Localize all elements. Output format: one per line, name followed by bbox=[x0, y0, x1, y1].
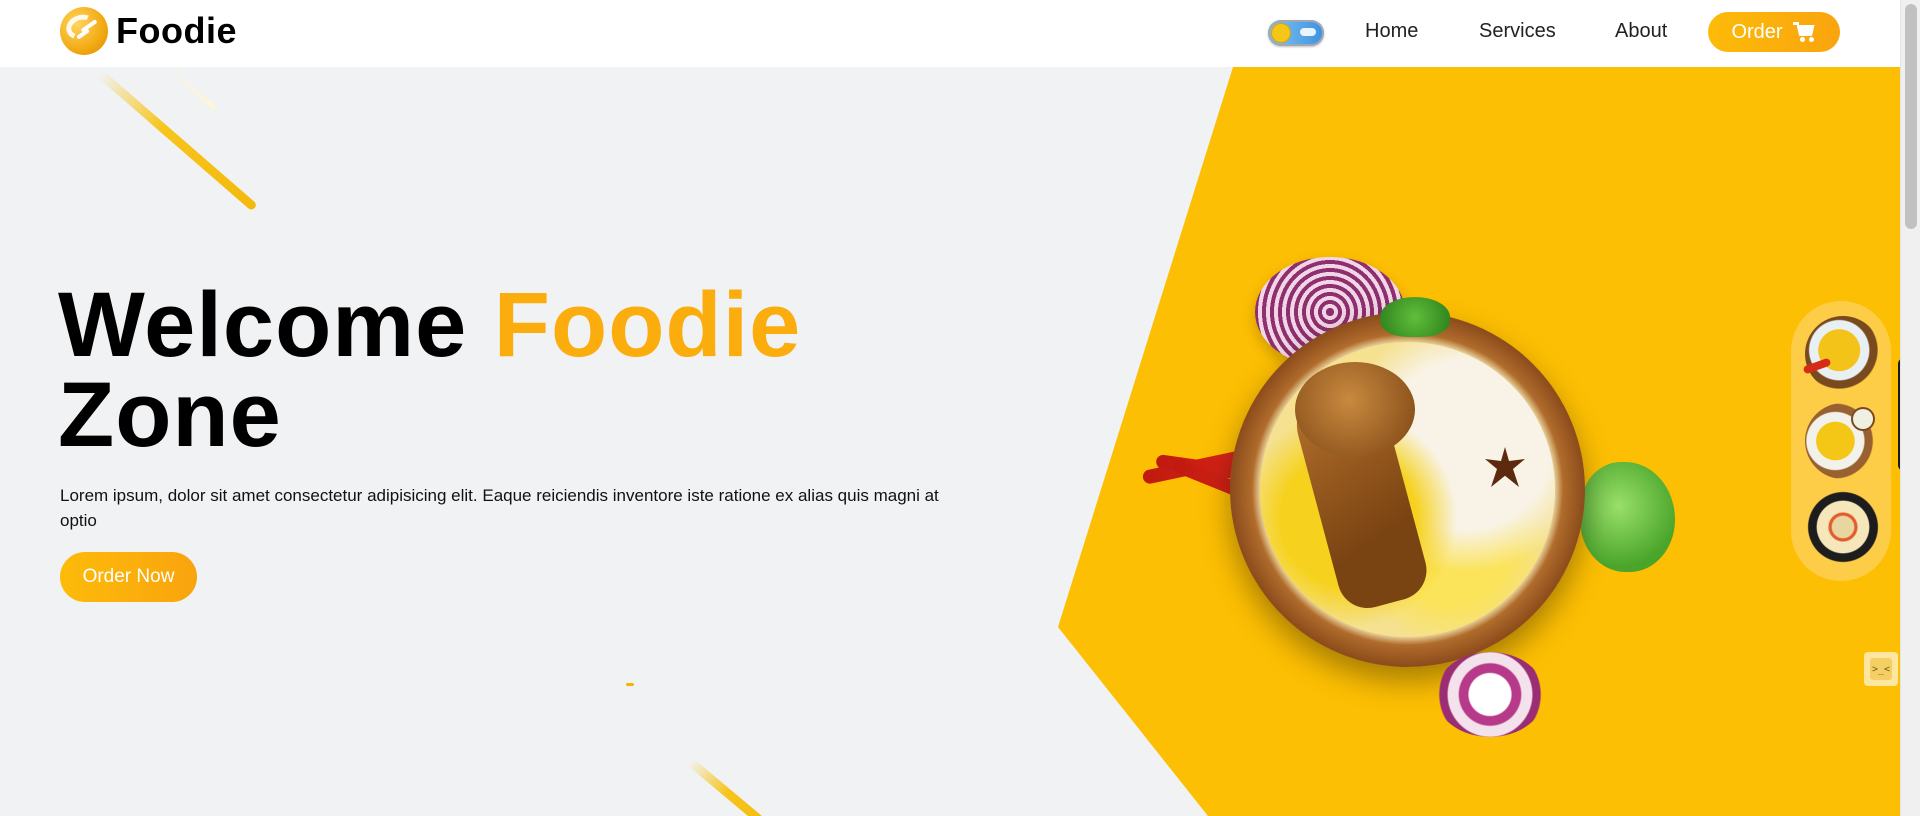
hero-title-accent: Foodie bbox=[493, 274, 802, 376]
page-scrollbar[interactable] bbox=[1900, 0, 1920, 816]
onion-ring bbox=[1435, 652, 1545, 737]
mint-garnish bbox=[1380, 297, 1450, 337]
decorative-streak bbox=[97, 70, 258, 212]
chicken-thigh bbox=[1295, 362, 1415, 457]
order-button[interactable]: Order bbox=[1708, 12, 1840, 52]
decorative-streak bbox=[687, 758, 785, 816]
biryani-dish-image bbox=[1125, 257, 1685, 737]
nav-link-services[interactable]: Services bbox=[1479, 20, 1556, 43]
scrollbar-thumb[interactable] bbox=[1905, 4, 1917, 229]
order-button-label: Order bbox=[1731, 20, 1783, 43]
biryani-bowl-thumbnail[interactable] bbox=[1805, 403, 1881, 479]
hero-title-zone: Zone bbox=[58, 364, 282, 466]
hero-title: Welcome Foodie Zone bbox=[58, 279, 801, 461]
decorative-speck bbox=[626, 683, 634, 686]
theme-toggle[interactable] bbox=[1268, 20, 1324, 46]
dish-thumbnail-strip bbox=[1791, 301, 1891, 581]
biryani-plate-thumbnail[interactable] bbox=[1805, 316, 1881, 392]
hero-section: Welcome Foodie Zone Lorem ipsum, dolor s… bbox=[0, 67, 1900, 816]
floating-helper-button[interactable]: >_< bbox=[1864, 652, 1898, 686]
brand[interactable]: Foodie bbox=[60, 7, 237, 55]
nav-link-about[interactable]: About bbox=[1615, 20, 1667, 43]
foodie-logo-icon bbox=[60, 7, 108, 55]
order-now-button[interactable]: Order Now bbox=[60, 552, 197, 602]
sun-icon bbox=[1272, 24, 1290, 42]
lettuce-leaf bbox=[1580, 462, 1675, 572]
mixed-rice-thumbnail[interactable] bbox=[1805, 489, 1881, 565]
decorative-streak bbox=[168, 67, 217, 111]
hero-description: Lorem ipsum, dolor sit amet consectetur … bbox=[60, 486, 939, 530]
hero-title-welcome: Welcome bbox=[58, 274, 494, 376]
brand-name: Foodie bbox=[116, 10, 237, 51]
nav-link-home[interactable]: Home bbox=[1365, 20, 1418, 43]
cloud-icon bbox=[1300, 28, 1316, 36]
helper-face-icon: >_< bbox=[1870, 658, 1892, 680]
navbar: Foodie Home Services About Order bbox=[0, 0, 1900, 67]
cart-icon bbox=[1792, 22, 1817, 42]
